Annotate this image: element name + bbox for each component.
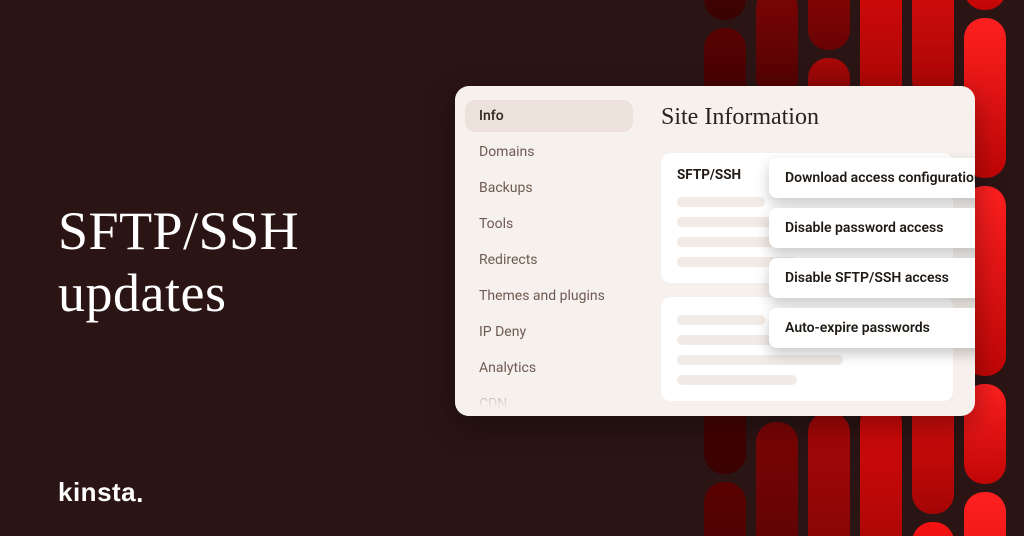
menu-download-config[interactable]: Download access configurations <box>769 158 975 198</box>
menu-disable-password[interactable]: Disable password access <box>769 208 975 248</box>
sidebar-item-tools[interactable]: Tools <box>465 208 633 240</box>
headline-line-1: SFTP/SSH <box>58 201 299 261</box>
skeleton-line <box>677 355 843 365</box>
sidebar-item-analytics[interactable]: Analytics <box>465 352 633 384</box>
skeleton-line <box>677 375 797 385</box>
sidebar: Info Domains Backups Tools Redirects The… <box>455 86 643 416</box>
main-content: Site Information SFTP/SSH Download acces… <box>643 86 975 416</box>
headline-line-2: updates <box>58 263 226 323</box>
sidebar-item-domains[interactable]: Domains <box>465 136 633 168</box>
sidebar-item-themes-plugins[interactable]: Themes and plugins <box>465 280 633 312</box>
sidebar-item-redirects[interactable]: Redirects <box>465 244 633 276</box>
sidebar-item-ip-deny[interactable]: IP Deny <box>465 316 633 348</box>
skeleton-line <box>677 197 765 207</box>
brand-logo: kinsta. <box>58 477 139 508</box>
menu-auto-expire[interactable]: Auto-expire passwords <box>769 308 975 348</box>
page-title: Site Information <box>661 104 953 131</box>
menu-disable-sftp-ssh[interactable]: Disable SFTP/SSH access <box>769 258 975 298</box>
app-panel: Info Domains Backups Tools Redirects The… <box>455 86 975 416</box>
brand-text: kinsta <box>58 477 136 507</box>
sidebar-item-cdn[interactable]: CDN <box>465 388 633 416</box>
brand-dot-icon: . <box>136 478 139 509</box>
skeleton-line <box>677 315 765 325</box>
sidebar-item-info[interactable]: Info <box>465 100 633 132</box>
sidebar-item-backups[interactable]: Backups <box>465 172 633 204</box>
actions-menu: Download access configurations Disable p… <box>769 158 975 348</box>
page-headline: SFTP/SSH updates <box>58 200 299 324</box>
